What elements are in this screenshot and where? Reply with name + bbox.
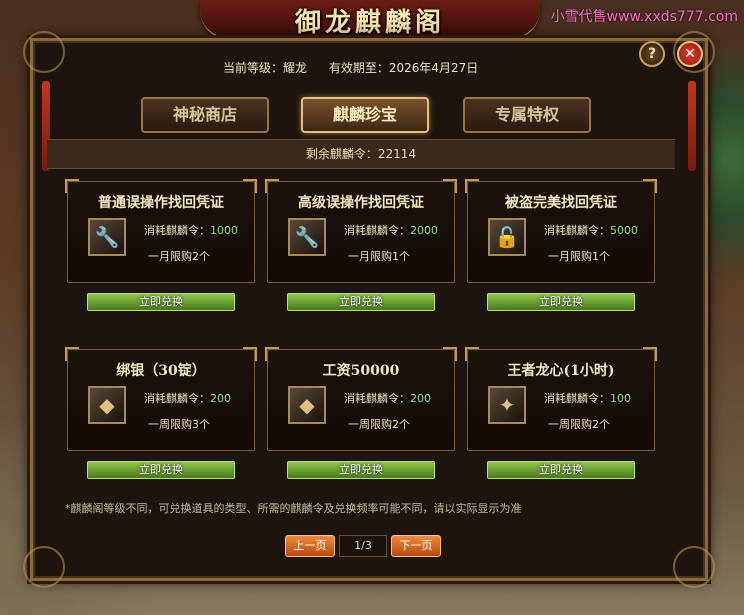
item-card: 被盗完美找回凭证 🔓 消耗麒麟令：5000 一月限购1个 — [465, 179, 657, 283]
item-cost: 消耗麒麟令：5000 — [544, 224, 638, 237]
redeem-button[interactable]: 立即兑换 — [87, 293, 235, 311]
item-card: 绑银（30锭） ◆ 消耗麒麟令：200 一周限购3个 — [65, 347, 257, 451]
item-cost: 消耗麒麟令：200 — [344, 392, 431, 405]
item-title: 绑银（30锭） — [116, 363, 206, 379]
item-limit: 一月限购1个 — [548, 250, 610, 263]
help-button[interactable]: ? — [639, 41, 665, 67]
item-limit: 一周限购2个 — [348, 418, 410, 431]
close-icon: ✕ — [684, 46, 696, 62]
gold-ingot-icon[interactable]: ◆ — [288, 386, 326, 424]
item-title: 工资50000 — [322, 363, 400, 379]
tab-qilin-treasure[interactable]: 麒麟珍宝 — [301, 97, 429, 133]
item-limit: 一月限购1个 — [348, 250, 410, 263]
item-limit: 一周限购3个 — [148, 418, 210, 431]
window-banner: 御龙麒麟阁 — [200, 0, 540, 40]
silver-ingot-icon[interactable]: ◆ — [88, 386, 126, 424]
expire-date: 有效期至：2026年4月27日 — [328, 61, 479, 75]
corner-ornament — [23, 31, 65, 73]
tassel-decoration — [688, 81, 696, 171]
redeem-button[interactable]: 立即兑换 — [287, 293, 435, 311]
wrench-icon[interactable]: 🔧 — [288, 218, 326, 256]
current-level: 当前等级：耀龙 — [223, 61, 308, 75]
question-icon: ? — [647, 46, 657, 62]
item-card: 普通误操作找回凭证 🔧 消耗麒麟令：1000 一月限购2个 — [65, 179, 257, 283]
watermark: 小雪代售www.xxds777.com — [550, 9, 738, 25]
tab-exclusive-privilege[interactable]: 专属特权 — [463, 97, 591, 133]
dragon-heart-icon[interactable]: ✦ — [488, 386, 526, 424]
close-button[interactable]: ✕ — [677, 41, 703, 67]
page-indicator: 1/3 — [339, 535, 387, 557]
remaining-tokens: 剩余麒麟令：22114 — [47, 139, 675, 169]
redeem-button[interactable]: 立即兑换 — [487, 461, 635, 479]
item-cost: 消耗麒麟令：200 — [144, 392, 231, 405]
item-cost: 消耗麒麟令：100 — [544, 392, 631, 405]
item-cost: 消耗麒麟令：1000 — [144, 224, 238, 237]
tab-mystery-shop[interactable]: 神秘商店 — [141, 97, 269, 133]
lock-icon[interactable]: 🔓 — [488, 218, 526, 256]
item-limit: 一月限购2个 — [148, 250, 210, 263]
item-card: 王者龙心(1小时) ✦ 消耗麒麟令：100 一周限购2个 — [465, 347, 657, 451]
item-title: 被盗完美找回凭证 — [505, 195, 617, 211]
redeem-button[interactable]: 立即兑换 — [487, 293, 635, 311]
item-card: 高级误操作找回凭证 🔧 消耗麒麟令：2000 一月限购1个 — [265, 179, 457, 283]
item-limit: 一周限购2个 — [548, 418, 610, 431]
item-cost: 消耗麒麟令：2000 — [344, 224, 438, 237]
corner-ornament — [23, 546, 65, 588]
corner-ornament — [673, 546, 715, 588]
item-title: 高级误操作找回凭证 — [298, 195, 424, 211]
item-title: 普通误操作找回凭证 — [98, 195, 224, 211]
redeem-button[interactable]: 立即兑换 — [87, 461, 235, 479]
wrench-icon[interactable]: 🔧 — [88, 218, 126, 256]
item-title: 王者龙心(1小时) — [507, 363, 615, 379]
window-title: 御龙麒麟阁 — [294, 8, 445, 38]
prev-page-button[interactable]: 上一页 — [285, 535, 335, 557]
item-card: 工资50000 ◆ 消耗麒麟令：200 一周限购2个 — [265, 347, 457, 451]
store-panel: 当前等级：耀龙 有效期至：2026年4月27日 ? ✕ 神秘商店 麒麟珍宝 专属… — [23, 31, 715, 588]
next-page-button[interactable]: 下一页 — [391, 535, 441, 557]
level-info: 当前等级：耀龙 有效期至：2026年4月27日 — [223, 59, 496, 76]
redeem-button[interactable]: 立即兑换 — [287, 461, 435, 479]
disclaimer-note: *麒麟阁等级不同，可兑换道具的类型、所需的麒麟令及兑换频率可能不同，请以实际显示… — [65, 502, 522, 515]
